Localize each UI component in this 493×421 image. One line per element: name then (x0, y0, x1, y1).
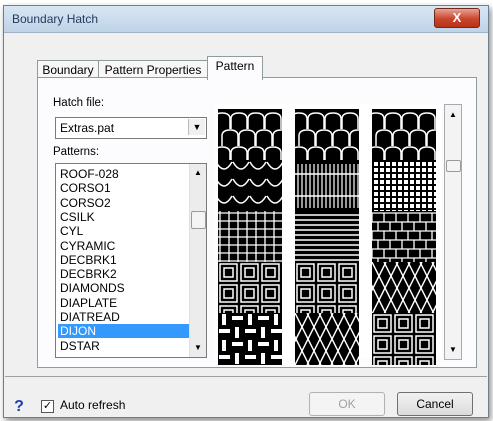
pattern-preview-chain-squares[interactable] (372, 313, 436, 365)
pattern-preview-grid-dots[interactable] (372, 160, 436, 212)
close-button[interactable]: X (434, 8, 480, 28)
scroll-thumb[interactable] (446, 160, 461, 172)
pattern-preview-star-diamonds[interactable] (295, 313, 359, 365)
list-item[interactable]: DIJON (58, 324, 190, 339)
patterns-list[interactable]: ROOF-028 CORSO1 CORSO2 CSILK CYL CYRAMIC DECBR… (55, 163, 207, 358)
boundary-hatch-dialog: Boundary Hatch X Boundary Pattern Proper… (3, 5, 489, 418)
hatch-file-value: Extras.pat (60, 121, 115, 135)
list-item[interactable]: CYL (58, 224, 190, 238)
scroll-up-icon[interactable]: ▲ (190, 166, 206, 180)
scroll-thumb[interactable] (191, 211, 206, 229)
list-item[interactable]: DECBRK2 (58, 267, 190, 281)
scroll-up-icon[interactable]: ▲ (445, 108, 461, 122)
list-item[interactable]: DIAMONDS (58, 281, 190, 295)
list-item[interactable]: CORSO2 (58, 196, 190, 210)
patterns-label: Patterns: (53, 146, 100, 158)
hatch-file-label: Hatch file: (53, 97, 105, 109)
list-item[interactable]: CSILK (58, 210, 190, 224)
scroll-down-icon[interactable]: ▼ (190, 341, 206, 355)
help-icon[interactable]: ? (11, 398, 27, 416)
pattern-preview-weave[interactable] (218, 313, 282, 365)
close-icon: X (452, 10, 462, 25)
tab-pattern[interactable]: Pattern (207, 56, 263, 80)
list-item[interactable]: DSTAR (58, 339, 190, 353)
hatch-file-select[interactable]: Extras.pat ▼ (55, 117, 207, 139)
window-title: Boundary Hatch (12, 12, 99, 26)
chevron-down-icon[interactable]: ▼ (188, 119, 205, 135)
pattern-preview-nested-squares[interactable] (295, 262, 359, 314)
list-item[interactable]: DECBRK1 (58, 253, 190, 267)
list-item[interactable]: ROOF-028 (58, 167, 190, 181)
cancel-button[interactable]: Cancel (397, 392, 473, 416)
pattern-preview-brick-grid[interactable] (218, 211, 282, 263)
pattern-preview-horizontal-bands[interactable] (295, 211, 359, 263)
auto-refresh-label: Auto refresh (60, 398, 126, 412)
list-item[interactable]: DIATREAD (58, 310, 190, 324)
pattern-preview-stripes-vertical[interactable] (295, 160, 359, 212)
list-item[interactable]: CORSO1 (58, 181, 190, 195)
check-icon: ✓ (42, 400, 53, 412)
patterns-scrollbar[interactable]: ▲ ▼ (189, 164, 206, 357)
divider (5, 376, 487, 377)
title-bar: Boundary Hatch X (4, 6, 488, 33)
pattern-preview-square-links[interactable] (218, 262, 282, 314)
pattern-preview-arches-a[interactable] (218, 109, 282, 161)
scroll-down-icon[interactable]: ▼ (445, 343, 461, 357)
ok-button[interactable]: OK (309, 392, 385, 416)
list-item[interactable]: CYRAMIC (58, 239, 190, 253)
list-item[interactable]: DIAPLATE (58, 296, 190, 310)
pattern-preview-brick-offset[interactable] (372, 211, 436, 263)
pattern-preview-grid[interactable] (215, 104, 442, 365)
auto-refresh-checkbox[interactable]: ✓ (41, 400, 54, 413)
preview-scrollbar[interactable]: ▲ ▼ (444, 104, 462, 360)
pattern-preview-diamond-lattice[interactable] (372, 262, 436, 314)
pattern-preview-arches-c[interactable] (372, 109, 436, 161)
pattern-preview-tiles-curved[interactable] (218, 160, 282, 212)
pattern-preview-arches-b[interactable] (295, 109, 359, 161)
